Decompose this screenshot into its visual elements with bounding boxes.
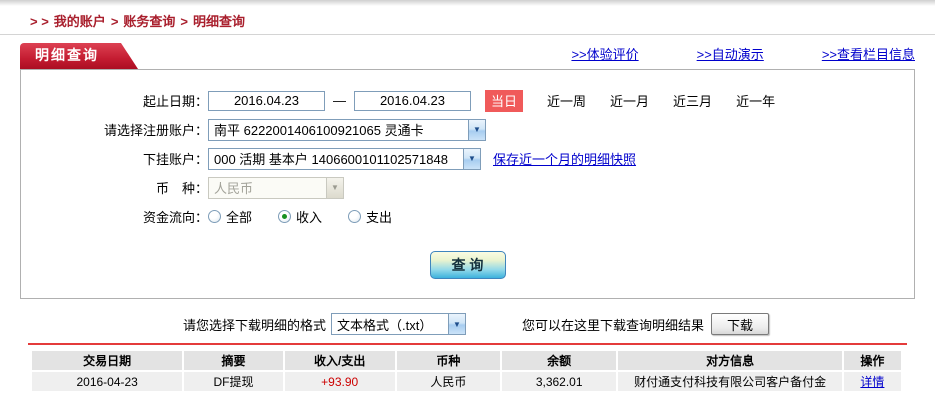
flow-option-income[interactable]: 收入 — [278, 207, 322, 226]
save-monthly-snapshot-link[interactable]: 保存近一个月的明细快照 — [493, 149, 636, 168]
chevron-down-icon[interactable]: ▼ — [463, 149, 480, 169]
auto-demo-link[interactable]: >>自动演示 — [697, 44, 764, 63]
breadcrumb: > > 我的账户 > 账务查询 > 明细查询 — [0, 6, 935, 34]
col-header-summary: 摘要 — [184, 351, 282, 370]
cell-currency: 人民币 — [397, 372, 500, 391]
sub-account-row: 下挂账户： 000 活期 基本户 1406600101102571848 ▼ 保… — [21, 144, 914, 173]
breadcrumb-separator: > — [111, 14, 119, 29]
col-header-amount: 收入/支出 — [285, 351, 395, 370]
date-range-label: 起止日期： — [21, 91, 208, 110]
panel-links: >>体验评价 >>自动演示 >>查看栏目信息 — [513, 44, 915, 69]
quick-range-week[interactable]: 近一周 — [547, 91, 586, 110]
currency-select: 人民币 ▼ — [208, 177, 344, 199]
results-table: 交易日期 摘要 收入/支出 币种 余额 对方信息 操作 2016-04-23 D… — [30, 349, 903, 393]
quick-range-year[interactable]: 近一年 — [736, 91, 775, 110]
download-format-select[interactable]: 文本格式（.txt） ▼ — [331, 313, 466, 335]
sub-account-label: 下挂账户： — [21, 149, 208, 168]
col-header-balance: 余额 — [502, 351, 616, 370]
flow-option-all[interactable]: 全部 — [208, 207, 252, 226]
registered-account-row: 请选择注册账户： 南平 6222001406100921065 灵通卡 ▼ — [21, 115, 914, 144]
chevron-down-icon[interactable]: ▼ — [448, 314, 465, 334]
chevron-down-icon: ▼ — [326, 178, 343, 198]
flow-option-expense-label: 支出 — [366, 207, 392, 226]
cell-action: 详情 — [844, 372, 901, 391]
date-range-dash: — — [333, 93, 346, 108]
query-form-panel: 起止日期： — 当日 近一周 近一月 近三月 近一年 请选择注册账户： 南平 6… — [20, 69, 915, 299]
currency-value: 人民币 — [209, 178, 258, 197]
table-header-row: 交易日期 摘要 收入/支出 币种 余额 对方信息 操作 — [32, 351, 901, 370]
table-top-divider — [28, 343, 907, 345]
breadcrumb-divider — [0, 34, 935, 35]
registered-account-label: 请选择注册账户： — [21, 120, 208, 139]
experience-feedback-link[interactable]: >>体验评价 — [571, 44, 638, 63]
cell-balance: 3,362.01 — [502, 372, 616, 391]
flow-option-income-label: 收入 — [296, 207, 322, 226]
column-info-link[interactable]: >>查看栏目信息 — [822, 44, 915, 63]
flow-option-all-label: 全部 — [226, 207, 252, 226]
cell-date: 2016-04-23 — [32, 372, 182, 391]
sub-account-value: 000 活期 基本户 1406600101102571848 — [209, 149, 453, 168]
tab-detail-query: 明细查询 — [20, 43, 138, 69]
flow-option-expense[interactable]: 支出 — [348, 207, 392, 226]
detail-query-panel: 明细查询 >>体验评价 >>自动演示 >>查看栏目信息 起止日期： — 当日 近… — [20, 42, 915, 299]
download-format-value: 文本格式（.txt） — [332, 315, 437, 334]
currency-row: 币 种： 人民币 ▼ — [21, 173, 914, 202]
col-header-date: 交易日期 — [32, 351, 182, 370]
quick-range-today[interactable]: 当日 — [485, 90, 523, 112]
col-header-currency: 币种 — [397, 351, 500, 370]
col-header-counterparty: 对方信息 — [618, 351, 842, 370]
panel-tab-row: 明细查询 >>体验评价 >>自动演示 >>查看栏目信息 — [20, 42, 915, 69]
query-button[interactable]: 查 询 — [430, 251, 506, 279]
radio-icon[interactable] — [208, 210, 221, 223]
breadcrumb-item-account-query[interactable]: 账务查询 — [123, 14, 175, 29]
radio-icon[interactable] — [278, 210, 291, 223]
breadcrumb-prefix: > > — [30, 14, 49, 29]
end-date-input[interactable] — [354, 91, 471, 111]
download-row: 请您选择下载明细的格式 文本格式（.txt） ▼ 您可以在这里下载查询明细结果 … — [183, 312, 935, 336]
breadcrumb-separator: > — [180, 14, 188, 29]
breadcrumb-item-detail-query[interactable]: 明细查询 — [193, 14, 245, 29]
registered-account-select[interactable]: 南平 6222001406100921065 灵通卡 ▼ — [208, 119, 486, 141]
start-date-input[interactable] — [208, 91, 325, 111]
table-row: 2016-04-23 DF提现 +93.90 人民币 3,362.01 财付通支… — [32, 372, 901, 391]
registered-account-value: 南平 6222001406100921065 灵通卡 — [209, 120, 429, 139]
radio-icon[interactable] — [348, 210, 361, 223]
quick-range-month[interactable]: 近一月 — [610, 91, 649, 110]
download-button[interactable]: 下载 — [711, 313, 769, 335]
breadcrumb-item-my-account[interactable]: 我的账户 — [54, 14, 106, 29]
quick-range-quarter[interactable]: 近三月 — [673, 91, 712, 110]
download-format-label: 请您选择下载明细的格式 — [183, 315, 326, 334]
download-hint: 您可以在这里下载查询明细结果 — [522, 315, 704, 334]
flow-direction-label: 资金流向： — [21, 207, 208, 226]
date-range-row: 起止日期： — 当日 近一周 近一月 近三月 近一年 — [21, 86, 914, 115]
flow-direction-row: 资金流向： 全部 收入 支出 — [21, 202, 914, 231]
cell-counterparty: 财付通支付科技有限公司客户备付金 — [618, 372, 842, 391]
sub-account-select[interactable]: 000 活期 基本户 1406600101102571848 ▼ — [208, 148, 481, 170]
cell-summary: DF提现 — [184, 372, 282, 391]
col-header-action: 操作 — [844, 351, 901, 370]
cell-amount: +93.90 — [285, 372, 395, 391]
currency-label: 币 种： — [21, 178, 208, 197]
detail-link[interactable]: 详情 — [860, 375, 884, 389]
chevron-down-icon[interactable]: ▼ — [468, 120, 485, 140]
